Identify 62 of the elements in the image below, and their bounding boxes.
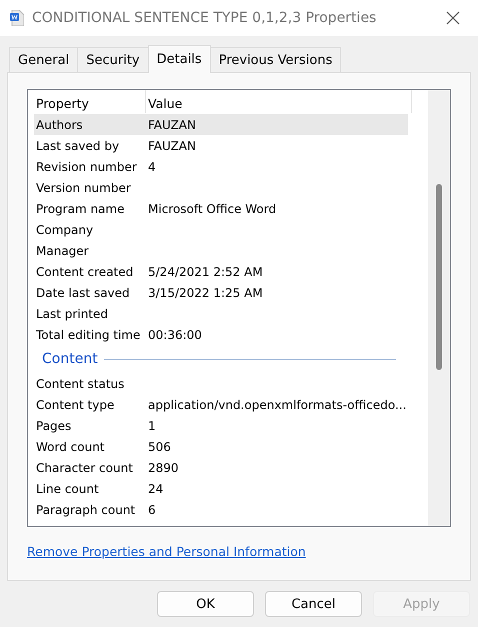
column-header[interactable]: Property <box>34 90 146 113</box>
property-row[interactable]: Last printed <box>34 303 408 324</box>
property-row[interactable]: Revision number 4 <box>34 156 408 177</box>
property-name: Content status <box>35 376 126 390</box>
document-icon <box>10 10 24 26</box>
property-name: Version number <box>35 180 132 194</box>
property-value: 5/24/2021 2:52 AM <box>147 264 263 278</box>
property-name: Company <box>35 222 94 236</box>
property-row[interactable]: Content created 5/24/2021 2:52 AM <box>34 261 408 282</box>
property-name: Manager <box>35 244 90 258</box>
property-name: Revision number <box>35 160 138 174</box>
property-name: Character count <box>35 460 134 474</box>
tab[interactable]: Previous Versions <box>210 47 342 72</box>
property-value: 4 <box>147 160 156 174</box>
property-value: application/vnd.openxmlformats-officedo... <box>147 398 406 412</box>
property-name: Authors <box>35 118 84 132</box>
property-name: Content type <box>35 398 116 412</box>
property-row[interactable]: Content type application/vnd.openxmlformats-officedo... <box>34 394 408 415</box>
property-name: Date last saved <box>35 286 131 300</box>
property-row[interactable]: Version number <box>34 177 408 198</box>
remove-properties-link[interactable]: Remove Properties and Personal Information <box>27 544 306 559</box>
property-value: FAUZAN <box>147 138 196 152</box>
property-value: 3/15/2022 1:25 AM <box>147 286 263 300</box>
property-value: 00:36:00 <box>147 328 202 342</box>
property-row[interactable]: Pages 1 <box>34 415 408 436</box>
property-row[interactable]: Manager <box>34 240 408 261</box>
property-value: 1 <box>147 418 156 432</box>
property-name: Total editing time <box>35 328 142 342</box>
property-row[interactable]: Authors FAUZAN <box>34 114 408 135</box>
property-name: Pages <box>35 418 72 432</box>
property-name: Word count <box>35 440 106 454</box>
property-row[interactable]: Total editing time 00:36:00 <box>34 324 408 345</box>
property-row[interactable]: Date last saved 3/15/2022 1:25 AM <box>34 282 408 303</box>
close-icon[interactable] <box>446 11 460 25</box>
tab[interactable]: Details <box>148 45 211 73</box>
property-row[interactable]: Paragraph count 6 <box>34 499 408 520</box>
window-title: CONDITIONAL SENTENCE TYPE 0,1,2,3 Properties <box>32 10 378 26</box>
property-row[interactable]: Line count 24 <box>34 478 408 499</box>
dialog-button[interactable]: Cancel <box>265 591 362 617</box>
dialog-button[interactable]: OK <box>157 591 254 617</box>
property-value: 6 <box>147 502 156 516</box>
property-row[interactable]: Content status <box>34 373 408 394</box>
scrollbar[interactable] <box>428 90 450 526</box>
property-value: FAUZAN <box>147 118 196 132</box>
property-value: 24 <box>147 482 164 496</box>
property-name: Paragraph count <box>35 502 136 516</box>
property-name: Line count <box>35 482 100 496</box>
property-row[interactable]: Program name Microsoft Office Word <box>34 198 408 219</box>
property-name: Last saved by <box>35 138 120 152</box>
property-row[interactable]: Character count 2890 <box>34 457 408 478</box>
property-value: Microsoft Office Word <box>147 202 276 216</box>
tab[interactable]: General <box>9 47 78 72</box>
property-name: Content created <box>35 264 134 278</box>
property-name: Program name <box>35 202 126 216</box>
property-value: 506 <box>147 440 171 454</box>
property-row[interactable]: Last saved by FAUZAN <box>34 135 408 156</box>
section-heading: Content <box>42 351 98 367</box>
property-name: Last printed <box>35 306 110 320</box>
property-value: 2890 <box>147 460 179 474</box>
column-header[interactable]: Value <box>146 90 412 113</box>
property-row[interactable]: Company <box>34 219 408 240</box>
property-row[interactable]: Word count 506 <box>34 436 408 457</box>
